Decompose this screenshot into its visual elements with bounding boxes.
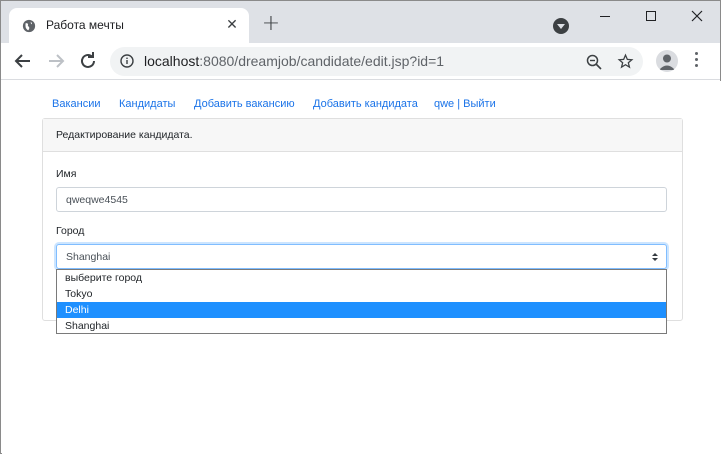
nav-link-vacancies[interactable]: Вакансии xyxy=(52,98,101,110)
maximize-icon xyxy=(646,11,656,21)
name-input-value: qweqwe4545 xyxy=(66,194,128,206)
nav-link-logout[interactable]: qwe | Выйти xyxy=(434,98,496,110)
tab-title: Работа мечты xyxy=(46,18,124,32)
name-input[interactable]: qweqwe4545 xyxy=(56,187,667,212)
city-select[interactable]: Shanghai xyxy=(56,244,667,269)
new-tab-button[interactable]: + xyxy=(260,13,282,36)
forward-arrow-icon[interactable] xyxy=(44,49,68,73)
close-tab-icon[interactable]: ✕ xyxy=(224,17,240,33)
url-host: localhost xyxy=(144,53,200,69)
minimize-icon xyxy=(600,16,610,17)
url-text[interactable]: localhost:8080/dreamjob/candidate/edit.j… xyxy=(144,53,444,69)
city-option[interactable]: Tokyo xyxy=(57,286,666,302)
city-dropdown-list: выберите город Tokyo Delhi Shanghai xyxy=(56,269,667,334)
city-option[interactable]: Shanghai xyxy=(57,318,666,334)
browser-toolbar: localhost:8080/dreamjob/candidate/edit.j… xyxy=(1,43,720,80)
tab-search-icon[interactable] xyxy=(553,18,569,34)
city-label: Город xyxy=(56,225,85,237)
address-bar[interactable]: localhost:8080/dreamjob/candidate/edit.j… xyxy=(110,47,643,76)
nav-link-add-vacancy[interactable]: Добавить вакансию xyxy=(194,98,295,110)
browser-tab[interactable]: Работа мечты ✕ xyxy=(9,8,249,43)
reload-icon[interactable] xyxy=(76,49,100,73)
name-label: Имя xyxy=(56,168,77,180)
city-select-value: Shanghai xyxy=(66,251,111,263)
card-header: Редактирование кандидата. xyxy=(43,119,682,152)
select-caret-icon xyxy=(652,253,658,261)
city-option-highlighted[interactable]: Delhi xyxy=(57,302,666,318)
url-path: :8080/dreamjob/candidate/edit.jsp?id=1 xyxy=(199,53,445,69)
globe-icon xyxy=(22,19,36,33)
back-arrow-icon[interactable] xyxy=(11,49,35,73)
zoom-out-icon[interactable] xyxy=(586,54,602,70)
page-content: Вакансии Кандидаты Добавить вакансию Доб… xyxy=(2,81,721,454)
more-menu-icon[interactable] xyxy=(693,52,699,70)
bookmark-star-icon[interactable] xyxy=(617,53,634,70)
tab-bar: Работа мечты ✕ + xyxy=(1,1,720,43)
info-icon[interactable] xyxy=(120,54,134,68)
nav-link-add-candidate[interactable]: Добавить кандидата xyxy=(313,98,418,110)
close-icon xyxy=(691,10,703,22)
minimize-button[interactable] xyxy=(582,1,628,31)
browser-window: Работа мечты ✕ + localhost:8080/dreamjob… xyxy=(0,0,721,454)
city-option[interactable]: выберите город xyxy=(57,270,666,286)
profile-avatar-icon[interactable] xyxy=(656,50,678,72)
nav-link-candidates[interactable]: Кандидаты xyxy=(119,98,175,110)
card-title: Редактирование кандидата. xyxy=(56,129,193,141)
maximize-button[interactable] xyxy=(628,1,674,31)
close-window-button[interactable] xyxy=(674,1,720,31)
